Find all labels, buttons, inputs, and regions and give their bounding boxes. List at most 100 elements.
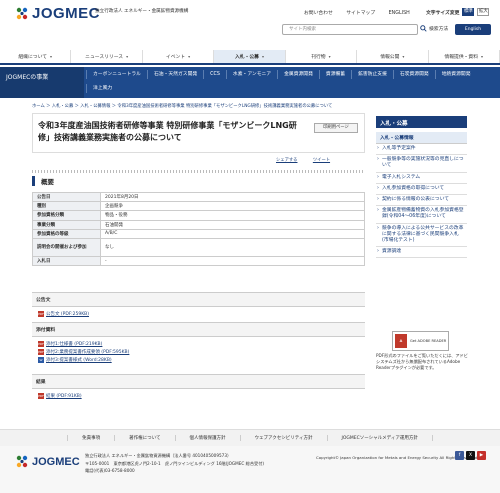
footer-link-accessibility[interactable]: ウェブアクセシビリティ方針 (241, 435, 328, 441)
gnav-item-about[interactable]: 組織について (0, 50, 72, 63)
gnav-item-disclosure[interactable]: 情報公開 (357, 50, 429, 63)
footer-address-line: 〒105-0001 東京都港区虎ノ門2-10-1 虎ノ門ツインビルディング 16… (85, 460, 265, 466)
footer-link-copyright[interactable]: 著作権について (115, 435, 176, 441)
footer-logo-text: JOGMEC (32, 456, 80, 468)
footer-link-social-media[interactable]: JOGMECソーシャルメディア運用方針 (328, 435, 433, 441)
sidebar-subheading[interactable]: 入札・公募情報 (376, 132, 467, 144)
footer-links: 免責事項 著作権について 個人情報保護方針 ウェブアクセシビリティ方針 JOGM… (0, 429, 500, 446)
attachment-link[interactable]: PDF 結果 (PDF:91KB) (32, 389, 365, 399)
footer-link-disclaimer[interactable]: 免責事項 (67, 435, 116, 441)
tweet-link[interactable]: ツイート (313, 158, 330, 163)
sidebar-heading[interactable]: 入札・公募 (376, 116, 467, 128)
global-nav: 組織について ニュースリリース イベント 入札・公募 刊行物 情報公開 情報提供… (0, 50, 500, 65)
x-icon[interactable]: X (466, 451, 475, 460)
attachment-label: 結果 (PDF:91KB) (46, 394, 82, 399)
notice-heading: 公告文 (32, 292, 365, 307)
subnav-item-coal[interactable]: 石炭資源開発 (392, 70, 435, 79)
subnav-item-hydrogen[interactable]: 水素・アンモニア (225, 70, 277, 79)
subnav-item-geothermal[interactable]: 地熱資源開発 (434, 70, 477, 79)
sidebar-item-schedule[interactable]: 入札等予定案件 (376, 144, 467, 156)
attachment-label: 添付1:仕様書 (PDF:219KB) (46, 342, 103, 347)
row-key: 説明会の開催および参加 (32, 237, 101, 257)
row-key: 参加資格の等級 (32, 228, 101, 239)
notice-section: 公告文 PDF 公告文 (PDF:259KB) (32, 292, 365, 317)
adobe-icon: A (395, 334, 407, 348)
adobe-reader-banner[interactable]: A Get ADOBE READER (392, 331, 449, 351)
footer-phone: 電話(代表)03-6758-8000 (85, 468, 135, 473)
english-link[interactable]: ENGLISH (389, 11, 410, 16)
sidebar-item-qualification[interactable]: 入札参加資格の取得について (376, 184, 467, 196)
sidebar-item-contract-info[interactable]: 契約に係る情報の公表について (376, 195, 467, 207)
sidebar-item-e-bidding[interactable]: 電子入札システム (376, 173, 467, 184)
gnav-item-news[interactable]: ニュースリリース (71, 50, 143, 63)
share-links: シェアする ツイート (276, 157, 344, 163)
print-page-button[interactable]: 印刷用ページ (314, 123, 358, 133)
subnav-item-mine-pollution[interactable]: 鉱害防止支援 (351, 70, 393, 79)
result-section: 結果 PDF 結果 (PDF:91KB) (32, 374, 365, 399)
search-help-button[interactable]: 検索方法 (420, 25, 448, 32)
subnav-item-stockpile[interactable]: 資源備蓄 (318, 70, 351, 79)
sitemap-link[interactable]: サイトマップ (346, 11, 375, 16)
english-button[interactable]: English (455, 24, 491, 35)
social-icons: f X ▶ (455, 451, 486, 460)
facebook-icon[interactable]: f (455, 451, 464, 460)
row-value: 物品・役務 (100, 210, 365, 221)
footer-address: 独立行政法人 エネルギー・金属鉱物資源機構（法人番号 4010405009573… (85, 452, 264, 475)
footer-link-privacy[interactable]: 個人情報保護方針 (176, 435, 241, 441)
font-size-large-button[interactable]: 拡大 (477, 8, 490, 16)
subnav-item-carbon-neutral[interactable]: カーボンニュートラル (86, 70, 147, 79)
attachment-link[interactable]: PDF 添付2:業務提案書作成要領 (PDF:595KB) (32, 347, 365, 355)
gnav-item-publications[interactable]: 刊行物 (286, 50, 358, 63)
top-links: お問い合わせ サイトマップ ENGLISH (304, 9, 422, 16)
logo-mark-icon (16, 7, 28, 20)
subnav-item-ccs[interactable]: CCS (203, 70, 226, 79)
table-row: 参加資格の等級 A/B/C (32, 228, 365, 239)
row-value: - (100, 255, 365, 267)
footer-org: 独立行政法人 エネルギー・金属鉱物資源機構（法人番号 4010405009573… (85, 453, 232, 458)
row-value: A/B/C (100, 228, 365, 239)
page-title: 令和3年度産油国技術者研修等事業 特別研修事業「モザンビークLNG研修」技術講義… (38, 121, 297, 142)
subnav-title[interactable]: JOGMECの事業 (0, 67, 84, 98)
gnav-item-events[interactable]: イベント (143, 50, 215, 63)
subnav-items: カーボンニュートラル 石油・天然ガス開発 CCS 水素・アンモニア 金属資源開発… (86, 70, 498, 93)
attachment-link[interactable]: W 添付3:提案書様式 (Word:28KB) (32, 355, 365, 363)
sidebar-item-review[interactable]: 一般競争等の実施状況等の見直しについて (376, 155, 467, 173)
site-header: JOGMEC 独立行政法人 エネルギー・金属鉱物資源機構 お問い合わせ サイトマ… (0, 0, 500, 47)
search-help-label: 検索方法 (429, 27, 449, 32)
attachment-label: 公告文 (PDF:259KB) (46, 312, 90, 317)
sidebar-item-market-testing[interactable]: 競争の導入による公共サービスの改革に関する法律に基づく民間競争入札(市場化テスト… (376, 224, 467, 248)
youtube-icon[interactable]: ▶ (477, 451, 486, 460)
sidebar-item-stockpile-registration[interactable]: 金属鉱産物備蓄物資の入札参加資格登録(令和04〜06年度)について (376, 206, 467, 224)
sidebar: 入札・公募 入札・公募情報 入札等予定案件 一般競争等の実施状況等の見直しについ… (376, 116, 467, 259)
subnav-item-oil-gas[interactable]: 石油・天然ガス開発 (146, 70, 203, 79)
pdf-icon: PDF (38, 393, 44, 399)
jogmec-logo[interactable]: JOGMEC (14, 5, 100, 24)
sidebar-item-procurement[interactable]: 資源調達 (376, 247, 467, 259)
row-value: なし (100, 237, 365, 257)
search-input[interactable]: サイト内検索 (282, 24, 418, 35)
font-size-switch: 文字サイズ変更 標準 拡大 (426, 8, 490, 16)
font-size-standard-button[interactable]: 標準 (462, 8, 475, 16)
gnav-item-resources[interactable]: 情報提供・資料 (429, 50, 500, 63)
font-size-label: 文字サイズ変更 (426, 10, 460, 16)
overview-heading: 概要 (32, 176, 54, 186)
logo-text: JOGMEC (32, 5, 101, 22)
result-heading: 結果 (32, 374, 365, 389)
gnav-item-procurement[interactable]: 入札・公募 (214, 50, 286, 63)
attachment-link[interactable]: PDF 添付1:仕様書 (PDF:219KB) (32, 337, 365, 347)
footer-logo[interactable]: JOGMEC (14, 452, 80, 472)
subnav-item-metals[interactable]: 金属資源開発 (277, 70, 319, 79)
contact-link[interactable]: お問い合わせ (304, 11, 333, 16)
attachment-label: 添付2:業務提案書作成要領 (PDF:595KB) (46, 350, 130, 355)
subnav-item-offshore-wind[interactable]: 洋上風力 (86, 84, 118, 93)
attachment-link[interactable]: PDF 公告文 (PDF:259KB) (32, 307, 365, 317)
table-row: 種別 企画競争 (32, 201, 365, 212)
attachment-label: 添付3:提案書様式 (Word:28KB) (46, 358, 112, 363)
table-row: 参加資格分類 物品・役務 (32, 210, 365, 221)
table-row: 説明会の開催および参加 なし (32, 237, 365, 257)
breadcrumb[interactable]: ホーム ＞ 入札・公募 ＞ 入札・公募情報 ＞ 令和3年度産油国技術者研修等事業… (32, 103, 332, 109)
attachments-heading: 添付資料 (32, 322, 365, 337)
main-content: 令和3年度産油国技術者研修等事業 特別研修事業「モザンビークLNG研修」技術講義… (32, 113, 365, 153)
share-link[interactable]: シェアする (276, 158, 297, 163)
row-key: 種別 (32, 201, 101, 212)
